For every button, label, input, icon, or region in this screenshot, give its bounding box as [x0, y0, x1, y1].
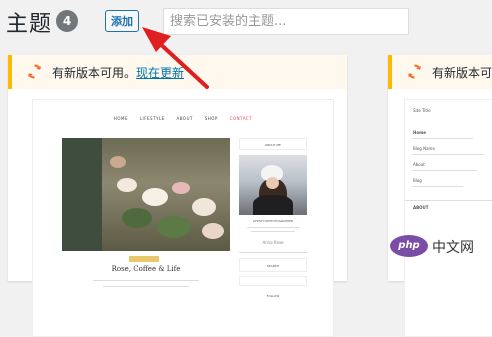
theme-card[interactable]: 有新版本可用。现在更新 HOME LIFESTYLE ABOUT SHOP CO… — [8, 55, 347, 337]
preview-author-name: LIFESTYLEPHOTOGRAPHER — [252, 219, 294, 223]
update-notice: 有新版本可 — [388, 55, 492, 89]
update-icon — [28, 64, 41, 79]
preview-search-box — [239, 276, 307, 286]
search-themes-input[interactable] — [163, 8, 409, 35]
post-category-badge — [129, 256, 159, 262]
update-notice-text: 有新版本可用。 — [52, 66, 137, 80]
update-now-link[interactable]: 现在更新 — [136, 66, 184, 80]
theme-screenshot[interactable]: HOME LIFESTYLE ABOUT SHOP CONTACT Rose, … — [32, 99, 334, 337]
preview-menu-item: Blog — [413, 178, 422, 183]
watermark-text: 中文网 — [432, 240, 474, 256]
theme-screenshot[interactable]: Site Title Home Blog Name About Blog ABO… — [404, 99, 492, 337]
preview-menu-item: About — [413, 162, 425, 167]
preview-signature: Anna Rose — [262, 240, 284, 245]
preview-search-widget: SEARCH — [239, 258, 307, 272]
preview-nav: HOME LIFESTYLE ABOUT SHOP CONTACT — [33, 116, 333, 121]
theme-count-badge: 4 — [56, 10, 78, 32]
preview-author-photo — [239, 155, 307, 215]
update-notice-text: 有新版本可 — [432, 66, 492, 80]
page-title: 主题 — [6, 12, 53, 37]
preview-nav-item: SHOP — [204, 116, 218, 121]
preview-site-title: Site Title — [413, 108, 431, 113]
add-theme-button[interactable]: 添加 — [105, 10, 139, 32]
preview-hero-image — [62, 138, 230, 251]
preview-nav-item: CONTACT — [229, 116, 253, 121]
watermark: php 中文网 — [384, 233, 488, 259]
page-header: 主题 4 添加 — [0, 0, 492, 45]
preview-footer-label: ABOUT — [413, 205, 429, 210]
preview-nav-item: HOME — [113, 116, 129, 121]
preview-menu-item: Blog Name — [413, 146, 435, 151]
preview-menu-item: Home — [413, 130, 426, 135]
preview-sidebar-title: ABOUT ME — [239, 138, 307, 150]
preview-nav-item: LIFESTYLE — [139, 116, 165, 121]
preview-nav-item: ABOUT — [176, 116, 193, 121]
preview-follow-title: FOLLOW — [266, 294, 280, 298]
update-notice: 有新版本可用。现在更新 — [8, 55, 347, 89]
preview-post-title: Rose, Coffee & Life — [111, 265, 181, 273]
update-icon — [408, 64, 421, 79]
php-logo-icon: php — [390, 235, 428, 257]
